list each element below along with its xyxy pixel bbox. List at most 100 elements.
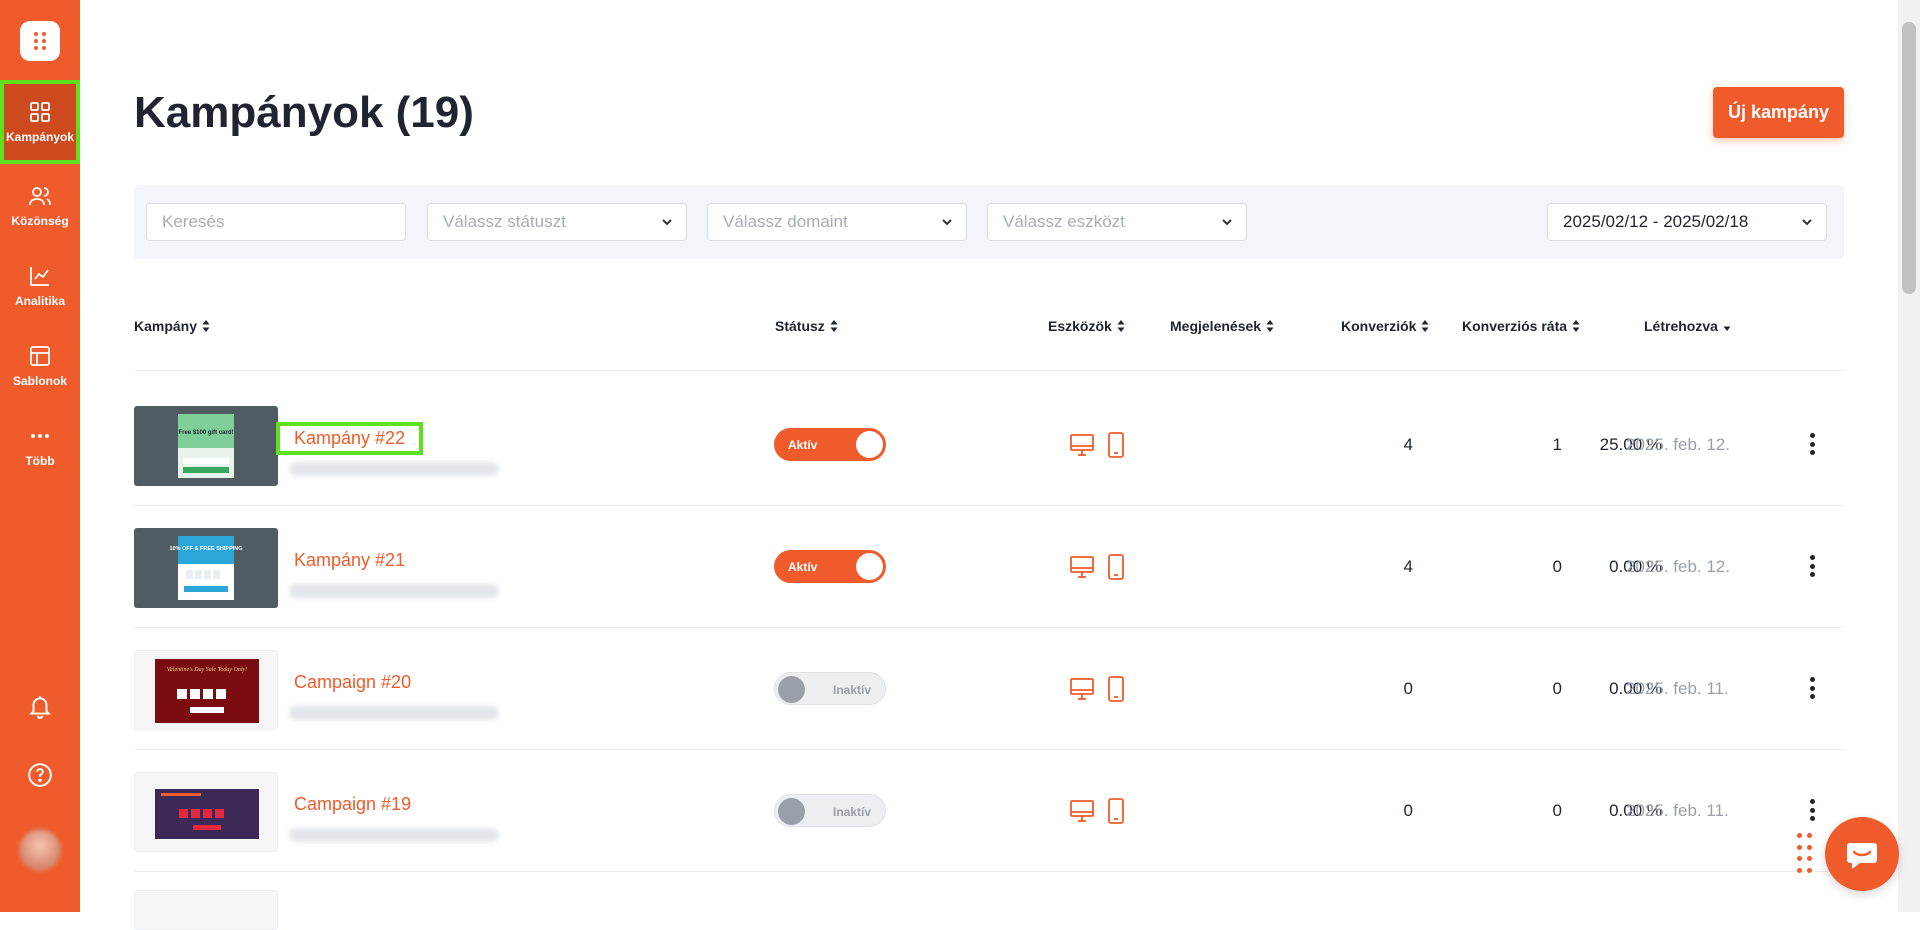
desktop-icon [1070,434,1094,456]
column-header-label: Státusz [775,318,825,334]
chevron-down-icon [942,219,952,226]
table-row[interactable]: 10% OFF & FREE SHIPPING Kampány #21 Aktí… [134,506,1844,627]
help-button[interactable] [24,759,56,791]
sort-icon [202,320,210,332]
created-date: 2025. feb. 11. [1626,801,1729,820]
conversions-value: 0 [1552,801,1562,820]
chevron-down-icon [1222,219,1232,226]
toggle-knob [856,553,883,580]
sidebar-item-analytics[interactable]: Analitika [0,244,80,328]
sort-icon [1117,320,1125,332]
sidebar-item-audience[interactable]: Közönség [0,164,80,248]
status-toggle[interactable]: Inaktív [774,672,886,705]
campaign-thumbnail[interactable] [134,772,278,852]
column-header-campaign[interactable]: Kampány [134,318,210,334]
campaign-domain [289,584,499,598]
impressions-value: 0 [1403,679,1413,698]
popup-preview-image: Valentine's Day Sale Today Only! [155,659,259,723]
status-toggle[interactable]: Inaktív [774,794,886,827]
column-header-impressions[interactable]: Megjelenések [1170,318,1274,334]
campaign-thumbnail[interactable]: Valentine's Day Sale Today Only! [134,650,278,730]
column-header-conversions[interactable]: Konverziók [1341,318,1429,334]
campaign-name-link[interactable]: Kampány #21 [294,550,405,571]
mobile-icon [1108,798,1124,824]
conversions-value: 1 [1552,435,1562,454]
device-select-placeholder: Válassz eszközt [1003,212,1125,231]
table-row[interactable]: Free $100 gift card! Kampány #22 Aktív 4… [134,384,1844,505]
campaign-domain [289,828,499,842]
mobile-icon [1108,554,1124,580]
chevron-down-icon [662,219,672,226]
campaign-domain [289,706,499,720]
bell-icon [28,696,52,719]
column-header-created[interactable]: Létrehozva [1644,318,1731,334]
column-header-label: Konverziók [1341,318,1417,334]
desktop-icon [1070,556,1094,578]
filter-bar: Válassz státuszt Válassz domaint Válassz… [134,185,1844,259]
campaign-thumbnail[interactable]: Free $100 gift card! [134,406,278,486]
thumb-text: Free $100 gift card! [178,430,233,436]
status-toggle-label: Aktív [788,560,818,574]
device-icons [1069,798,1129,824]
layout-icon [30,346,50,366]
grid-icon [30,102,50,122]
sidebar: Kampányok Közönség Analitika Sablonok Tö… [0,0,80,912]
status-toggle-label: Inaktív [832,805,871,819]
row-menu-button[interactable] [1800,796,1824,824]
sidebar-item-campaigns[interactable]: Kampányok [0,80,80,164]
date-range-picker[interactable]: 2025/02/12 - 2025/02/18 [1547,203,1827,241]
column-header-conversion-rate[interactable]: Konverziós ráta [1462,318,1580,334]
mobile-icon [1108,676,1124,702]
column-header-label: Kampány [134,318,198,334]
device-icons [1069,432,1129,458]
app-logo[interactable] [20,21,60,61]
help-icon [28,763,52,787]
column-header-devices[interactable]: Eszközök [1048,318,1125,334]
search-input[interactable] [162,212,405,232]
sidebar-item-label: Több [25,454,55,468]
chat-drag-handle[interactable] [1797,833,1813,875]
device-icons [1069,676,1129,702]
status-toggle[interactable]: Aktív [774,428,886,461]
row-menu-button[interactable] [1800,430,1824,458]
table-row[interactable]: Valentine's Day Sale Today Only! Campaig… [134,628,1844,749]
scrollbar-thumb[interactable] [1902,22,1916,294]
table-row[interactable]: Campaign #19 Inaktív 0 0 0.00 % 2025. fe… [134,750,1844,871]
column-header-label: Konverziós ráta [1462,318,1568,334]
campaign-thumbnail[interactable] [134,890,278,930]
campaign-name-link[interactable]: Kampány #22 [275,422,424,455]
impressions-value: 4 [1403,557,1413,576]
sort-icon [1572,320,1580,332]
status-toggle-label: Inaktív [832,683,871,697]
row-menu-button[interactable] [1800,552,1824,580]
sort-icon [1421,320,1429,332]
more-icon [31,434,49,438]
desktop-icon [1070,678,1094,700]
notifications-button[interactable] [24,690,56,722]
status-toggle[interactable]: Aktív [774,550,886,583]
column-header-status[interactable]: Státusz [775,318,838,334]
status-select-placeholder: Válassz státuszt [443,212,566,231]
campaign-domain [289,462,499,476]
sort-icon [830,320,838,332]
domain-select[interactable]: Válassz domaint [707,203,967,241]
search-field[interactable] [146,203,406,241]
campaign-thumbnail[interactable]: 10% OFF & FREE SHIPPING [134,528,278,608]
conversions-value: 0 [1552,557,1562,576]
avatar[interactable] [19,829,61,871]
chat-button[interactable] [1825,817,1899,891]
main-content: Kampányok (19) Új kampány Válassz státus… [80,0,1898,930]
sidebar-item-more[interactable]: Több [0,404,80,488]
thumb-text: 10% OFF & FREE SHIPPING [169,546,242,552]
new-campaign-button[interactable]: Új kampány [1713,87,1844,138]
table-divider [134,370,1844,371]
campaign-name-link[interactable]: Campaign #19 [294,794,411,815]
status-toggle-label: Aktív [788,438,818,452]
page-scrollbar[interactable] [1898,0,1920,912]
campaign-name-link[interactable]: Campaign #20 [294,672,411,693]
sidebar-item-templates[interactable]: Sablonok [0,324,80,408]
row-menu-button[interactable] [1800,674,1824,702]
status-select[interactable]: Válassz státuszt [427,203,687,241]
device-select[interactable]: Válassz eszközt [987,203,1247,241]
table-row[interactable] [134,872,1844,930]
